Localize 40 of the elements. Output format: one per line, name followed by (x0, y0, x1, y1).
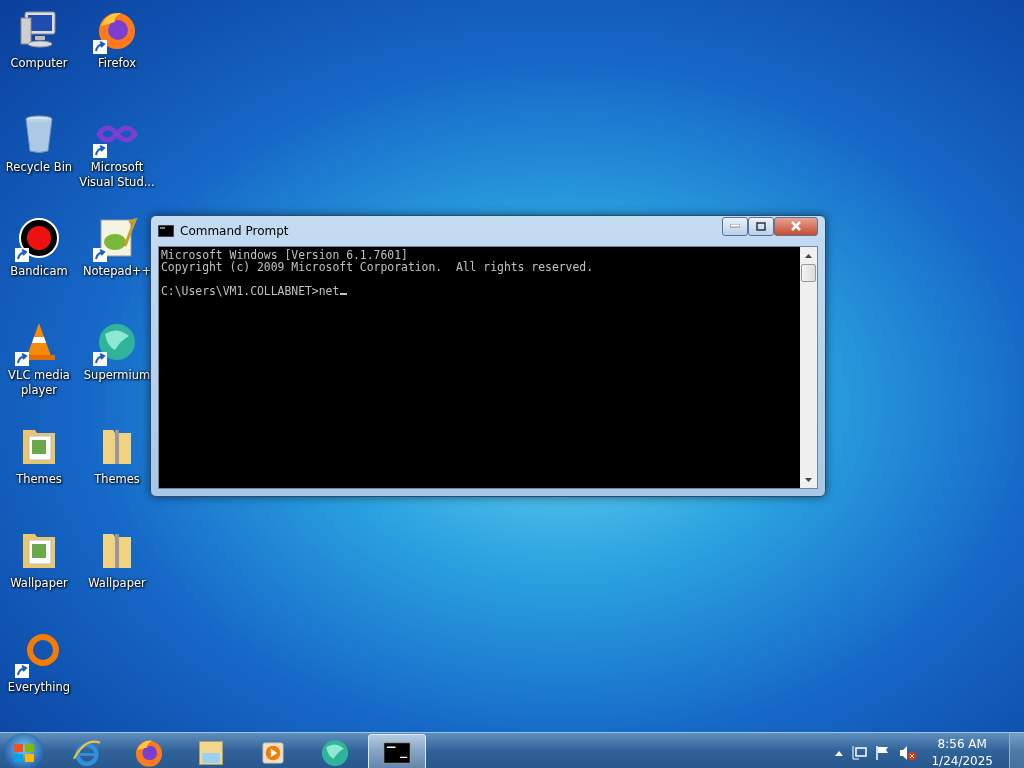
maximize-button[interactable] (748, 216, 774, 236)
console-line: Copyright (c) 2009 Microsoft Corporation. All rights reserved. (161, 260, 594, 274)
clock-time[interactable]: 8:56 AM (937, 736, 987, 753)
minimize-icon (730, 224, 740, 228)
four-pane-flag-icon (13, 743, 35, 763)
desktop-icon-label[interactable]: Wallpaper (88, 576, 146, 591)
scroll-thumb[interactable] (801, 264, 816, 282)
desktop-icon-label[interactable]: VLC media player (1, 368, 77, 398)
network-icon[interactable] (851, 745, 868, 761)
start-button[interactable] (4, 733, 44, 768)
console-prompt: C:\Users\VM1.COLLABNET>net (161, 284, 340, 298)
desktop-icon-label[interactable]: Bandicam (10, 264, 68, 279)
close-icon (791, 221, 801, 231)
desktop-icon-label[interactable]: Wallpaper (10, 576, 68, 591)
desktop-icon-label[interactable]: Recycle Bin (5, 160, 73, 175)
terminal-icon (158, 225, 174, 237)
muted-speaker-icon[interactable] (899, 745, 918, 761)
desktop-icon-label[interactable]: Firefox (97, 56, 137, 71)
scroll-down-icon[interactable] (805, 477, 812, 482)
record-icon (17, 216, 61, 260)
window-title: Command Prompt (180, 224, 290, 238)
text-cursor (340, 293, 348, 295)
desktop-icon-label[interactable]: Computer (10, 56, 68, 71)
show-hidden-icons-icon[interactable] (835, 750, 844, 756)
maximize-icon (756, 221, 766, 231)
clock-date[interactable]: 1/24/2025 (931, 753, 993, 768)
desktop-icon-label[interactable]: Themes (16, 472, 62, 487)
desktop-icon-label[interactable]: Themes (94, 472, 140, 487)
minimize-button[interactable] (722, 216, 748, 236)
close-button[interactable] (774, 216, 818, 236)
console-line: Microsoft Windows [Version 6.1.7601] (161, 248, 408, 262)
scrollbar[interactable] (800, 247, 817, 488)
desktop-icon-label[interactable]: Microsoft Visual Stud... (79, 160, 155, 190)
scroll-up-icon[interactable] (805, 253, 812, 258)
desktop-icon-label[interactable]: Supermium (83, 368, 151, 383)
desktop-icon-label[interactable]: Everything (7, 680, 71, 695)
taskbar-button[interactable] (368, 734, 426, 768)
sphere-logo-icon (319, 737, 351, 768)
console-area[interactable]: Microsoft Windows [Version 6.1.7601] Copyright (c) 2009 Microsoft Corporation. All rights reserved. C:\Users\VM1.COLLABNET>net (158, 246, 818, 489)
desktop-icon-label[interactable]: Notepad++ (82, 264, 152, 279)
